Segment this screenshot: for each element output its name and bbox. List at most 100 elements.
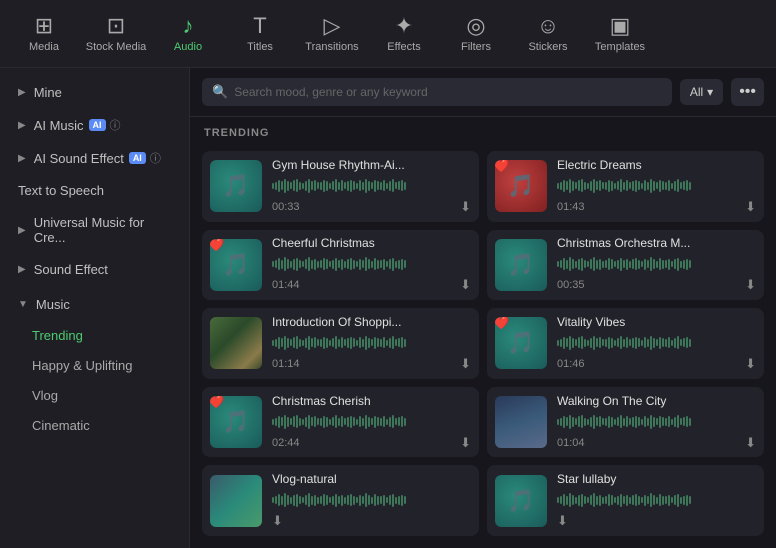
- waveform-bar: [344, 418, 346, 425]
- download-icon[interactable]: ⬇: [745, 435, 756, 451]
- waveform-bar: [575, 261, 577, 268]
- waveform-bar: [323, 494, 325, 506]
- waveform-bar: [347, 417, 349, 427]
- nav-item-effects[interactable]: ✦ Effects: [368, 4, 440, 64]
- waveform-bar: [395, 261, 397, 268]
- waveform-bar: [359, 180, 361, 191]
- waveform-bar: [647, 182, 649, 190]
- download-icon[interactable]: ⬇: [460, 435, 471, 451]
- nav-item-titles[interactable]: T Titles: [224, 4, 296, 64]
- download-icon[interactable]: ⬇: [557, 513, 568, 529]
- waveform-bar: [329, 261, 331, 267]
- nav-item-transitions[interactable]: ▷ Transitions: [296, 4, 368, 64]
- waveform-bar: [281, 338, 283, 347]
- waveform-bar: [296, 494, 298, 507]
- download-icon[interactable]: ⬇: [745, 277, 756, 293]
- waveform-bar: [614, 340, 616, 346]
- nav-item-templates[interactable]: ▣ Templates: [584, 4, 656, 64]
- download-icon[interactable]: ⬇: [745, 356, 756, 372]
- nav-item-stock-media[interactable]: ⊡ Stock Media: [80, 4, 152, 64]
- music-card[interactable]: 🎵 Star lullaby ⬇: [487, 465, 764, 536]
- waveform-bar: [284, 257, 286, 271]
- content-area: 🔍 All ▾ ••• TRENDING 🎵 Gym House Rhythm-…: [190, 68, 776, 548]
- info-icon: ⓘ: [150, 150, 161, 166]
- music-card[interactable]: ❤️ 🎵 Vitality Vibes 01:46 ⬇: [487, 308, 764, 379]
- music-section-header[interactable]: ▼Music: [4, 289, 185, 320]
- waveform-bar: [380, 260, 382, 268]
- sidebar-sub-item-cinematic[interactable]: Cinematic: [12, 411, 185, 440]
- waveform-bar: [395, 418, 397, 425]
- sidebar-item-ai-music[interactable]: ▶AI MusicAIⓘ: [4, 109, 185, 141]
- waveform-bar: [581, 336, 583, 349]
- sidebar-sub-item-trending[interactable]: Trending: [12, 321, 185, 350]
- music-card[interactable]: Introduction Of Shoppi... 01:14 ⬇: [202, 308, 479, 379]
- download-icon[interactable]: ⬇: [460, 199, 471, 215]
- more-button[interactable]: •••: [731, 78, 764, 106]
- sidebar-item-universal-music[interactable]: ▶Universal Music for Cre...: [4, 207, 185, 253]
- music-note-icon: 🎵: [507, 252, 534, 278]
- nav-item-media[interactable]: ⊞ Media: [8, 4, 80, 64]
- music-card[interactable]: ❤️ 🎵 Cheerful Christmas 01:44 ⬇: [202, 230, 479, 301]
- sidebar-item-ai-sound-effect[interactable]: ▶AI Sound EffectAIⓘ: [4, 142, 185, 174]
- waveform-bar: [638, 181, 640, 190]
- waveform-bar: [578, 259, 580, 270]
- waveform-bar: [275, 260, 277, 268]
- waveform-bar: [599, 495, 601, 506]
- waveform-bar: [326, 338, 328, 348]
- nav-label-audio: Audio: [174, 41, 202, 53]
- music-card[interactable]: Vlog-natural ⬇: [202, 465, 479, 536]
- waveform-bar: [689, 496, 691, 504]
- waveform-bar: [668, 495, 670, 506]
- waveform-bar: [623, 339, 625, 347]
- waveform-bar: [611, 338, 613, 348]
- waveform-bar: [278, 416, 280, 428]
- waveform-bar: [296, 179, 298, 192]
- waveform-bar: [368, 181, 370, 191]
- waveform-bar: [569, 179, 571, 193]
- waveform-bar: [557, 183, 559, 189]
- sidebar-item-mine[interactable]: ▶Mine: [4, 77, 185, 108]
- waveform-bar: [644, 259, 646, 270]
- waveform-bar: [629, 182, 631, 189]
- download-icon[interactable]: ⬇: [460, 277, 471, 293]
- nav-item-filters[interactable]: ◎ Filters: [440, 4, 512, 64]
- templates-icon: ▣: [610, 15, 631, 37]
- music-info: Vitality Vibes 01:46 ⬇: [557, 315, 756, 372]
- sidebar-sub-item-vlog[interactable]: Vlog: [12, 381, 185, 410]
- nav-item-stickers[interactable]: ☺ Stickers: [512, 4, 584, 64]
- search-input[interactable]: [234, 85, 662, 99]
- nav-item-audio[interactable]: ♪ Audio: [152, 4, 224, 64]
- sidebar-item-text-to-speech[interactable]: Text to Speech: [4, 175, 185, 206]
- music-card[interactable]: ❤️ 🎵 Electric Dreams 01:43 ⬇: [487, 151, 764, 222]
- music-card[interactable]: 🎵 Gym House Rhythm-Ai... 00:33 ⬇: [202, 151, 479, 222]
- waveform-bar: [356, 340, 358, 346]
- waveform-bar: [611, 495, 613, 505]
- filter-button[interactable]: All ▾: [680, 79, 723, 105]
- download-icon[interactable]: ⬇: [460, 356, 471, 372]
- waveform-bar: [374, 337, 376, 349]
- waveform-bar: [587, 340, 589, 346]
- waveform-bar: [329, 497, 331, 503]
- music-info: Christmas Orchestra M... 00:35 ⬇: [557, 236, 756, 293]
- sidebar-sub-item-happy-uplifting[interactable]: Happy & Uplifting: [12, 351, 185, 380]
- waveform-bar: [569, 336, 571, 350]
- music-meta: 02:44 ⬇: [272, 435, 471, 451]
- sidebar-label: AI Music: [34, 118, 84, 133]
- waveform-bar: [383, 337, 385, 348]
- chevron-right-icon: ▶: [18, 153, 26, 164]
- music-card[interactable]: Walking On The City 01:04 ⬇: [487, 387, 764, 458]
- sidebar-item-sound-effect[interactable]: ▶Sound Effect: [4, 254, 185, 285]
- music-card[interactable]: ❤️ 🎵 Christmas Cherish 02:44 ⬇: [202, 387, 479, 458]
- waveform-bar: [560, 339, 562, 347]
- download-icon[interactable]: ⬇: [272, 513, 283, 529]
- waveform-bar: [401, 180, 403, 191]
- waveform-bar: [674, 495, 676, 505]
- waveform-bar: [287, 259, 289, 269]
- waveform-bar: [572, 495, 574, 505]
- download-icon[interactable]: ⬇: [745, 199, 756, 215]
- waveform-bar: [557, 340, 559, 346]
- music-card[interactable]: 🎵 Christmas Orchestra M... 00:35 ⬇: [487, 230, 764, 301]
- music-info: Star lullaby ⬇: [557, 472, 756, 529]
- waveform-bar: [635, 416, 637, 428]
- waveform-bar: [398, 417, 400, 426]
